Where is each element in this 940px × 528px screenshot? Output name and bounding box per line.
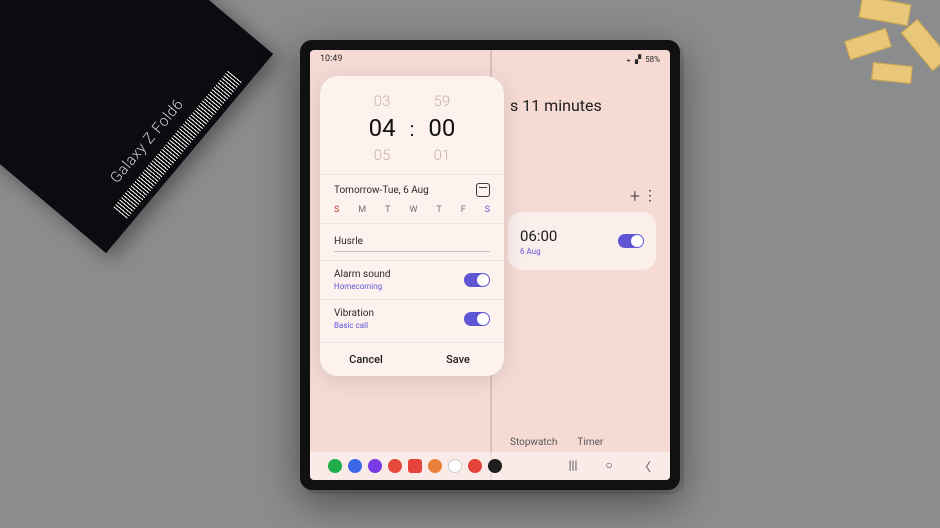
vibration-toggle[interactable] [464,312,490,326]
vibration-row[interactable]: Vibration Basic call [320,299,504,338]
alarm-name-input[interactable] [334,232,490,252]
day-mon[interactable]: M [358,205,366,215]
bottom-tabs: Stopwatch Timer [510,437,603,448]
weekday-picker[interactable]: S M T W T F S [334,205,490,215]
nav-recents-button[interactable]: ||| [566,458,580,475]
hour-wheel[interactable]: 03 04 05 [369,92,396,164]
system-nav: ||| ○ 〈 [566,458,652,475]
dock-app-news[interactable] [388,459,402,473]
minute-next: 01 [428,146,455,164]
day-wed[interactable]: W [409,205,417,215]
more-options-button[interactable]: ⋮ [643,188,656,204]
name-section [320,223,504,260]
add-alarm-button[interactable]: + [630,186,640,207]
navigation-bar: ||| ○ 〈 [310,452,670,480]
dock-app-chat[interactable] [348,459,362,473]
alarm-editor-dialog: 03 04 05 : 59 00 01 Tomorrow-Tue, 6 Aug … [320,76,504,376]
day-sun[interactable]: S [334,205,339,215]
alarm-card-time: 06:00 [520,227,557,245]
tab-timer[interactable]: Timer [577,437,603,448]
vibration-value: Basic call [334,321,374,330]
minute-prev: 59 [428,92,455,110]
hour-prev: 03 [369,92,396,110]
dock-app-play[interactable] [448,459,462,473]
time-colon: : [410,117,415,141]
minute-wheel[interactable]: 59 00 01 [428,92,455,164]
vibration-label: Vibration [334,308,374,319]
box-knox-badge [44,0,134,10]
device-screen: 10:49 ◒ ▞ 58% s 11 minutes + ⋮ 06:00 6 A… [310,50,670,480]
status-wifi-icon: ◒ [626,55,631,64]
sound-toggle[interactable] [464,273,490,287]
alarm-card[interactable]: 06:00 6 Aug [508,212,656,270]
dock-app-bixby[interactable] [368,459,382,473]
status-signal-icon: ▞ [635,55,641,64]
day-sat[interactable]: S [485,205,490,215]
alarm-card-toggle[interactable] [618,234,644,248]
alarm-countdown-text: s 11 minutes [510,96,602,115]
dialog-actions: Cancel Save [320,342,504,376]
save-button[interactable]: Save [412,343,504,376]
date-label[interactable]: Tomorrow-Tue, 6 Aug [334,185,429,196]
calendar-icon[interactable] [476,183,490,197]
minute-selected: 00 [428,114,455,142]
product-box: Galaxy Z Fold6 [0,0,273,253]
day-fri[interactable]: F [461,205,466,215]
app-dock [328,459,502,473]
nav-home-button[interactable]: ○ [602,458,616,475]
date-section: Tomorrow-Tue, 6 Aug S M T W T F S [320,174,504,223]
status-time: 10:49 [320,54,342,64]
device-frame: 10:49 ◒ ▞ 58% s 11 minutes + ⋮ 06:00 6 A… [300,40,680,490]
dock-app-camera[interactable] [428,459,442,473]
dock-app-watch[interactable] [488,459,502,473]
time-picker[interactable]: 03 04 05 : 59 00 01 [320,86,504,174]
wooden-toy [810,0,940,110]
tab-stopwatch[interactable]: Stopwatch [510,437,557,448]
day-thu[interactable]: T [436,205,441,215]
nav-back-button[interactable]: 〈 [638,458,652,475]
status-battery-text: 58% [645,55,660,64]
dock-app-phone[interactable] [328,459,342,473]
sound-value: Homecoming [334,282,391,291]
hour-selected: 04 [369,114,396,142]
hour-next: 05 [369,146,396,164]
day-tue[interactable]: T [385,205,390,215]
sound-label: Alarm sound [334,269,391,280]
cancel-button[interactable]: Cancel [320,343,412,376]
dock-app-flipboard[interactable] [408,459,422,473]
sound-row[interactable]: Alarm sound Homecoming [320,260,504,299]
dock-app-gallery[interactable] [468,459,482,473]
alarm-card-date: 6 Aug [520,247,557,256]
